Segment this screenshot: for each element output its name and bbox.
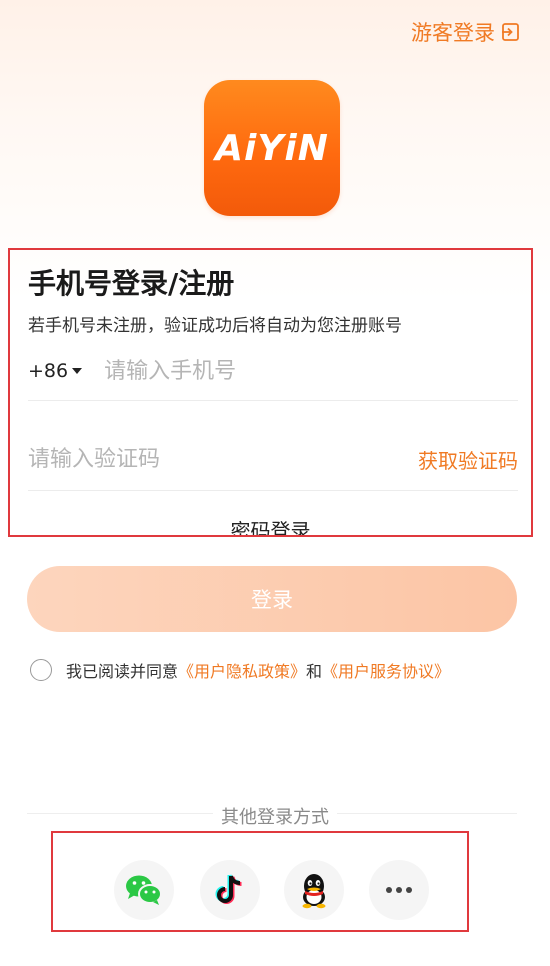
page-title: 手机号登录/注册 (28, 267, 235, 300)
wechat-icon (126, 875, 162, 905)
logo-text: AiYiN (215, 127, 329, 169)
tiktok-login-button[interactable] (200, 860, 260, 920)
agreement-prefix: 我已阅读并同意 (66, 662, 179, 681)
code-row: 获取验证码 (28, 428, 518, 491)
app-logo: AiYiN (204, 80, 340, 216)
register-hint: 若手机号未注册，验证成功后将自动为您注册账号 (28, 316, 402, 336)
guest-login-button[interactable]: 游客登录 (411, 17, 520, 47)
qq-login-button[interactable] (284, 860, 344, 920)
agreement-checkbox[interactable] (30, 659, 52, 681)
other-login-label: 其他登录方式 (0, 803, 550, 829)
more-login-button[interactable] (369, 860, 429, 920)
password-login-link[interactable]: 密码登录 (10, 515, 531, 535)
phone-input[interactable] (102, 357, 467, 385)
chevron-down-icon (72, 368, 83, 374)
agreement-and: 和 (306, 662, 323, 681)
guest-login-label: 游客登录 (411, 21, 495, 45)
exit-icon (502, 23, 519, 41)
login-button-label: 登录 (251, 588, 293, 612)
privacy-policy-link[interactable]: 《用户隐私政策》 (178, 658, 306, 682)
country-code-select[interactable]: +86 (28, 360, 83, 382)
more-icon (386, 887, 412, 893)
country-code-value: +86 (28, 360, 69, 382)
tiktok-icon (215, 874, 242, 904)
other-login-text: 其他登录方式 (213, 807, 337, 828)
verification-code-input[interactable] (28, 446, 328, 472)
service-agreement-link[interactable]: 《用户服务协议》 (322, 658, 450, 682)
wechat-login-button[interactable] (114, 860, 174, 920)
qq-icon (302, 874, 326, 909)
login-button[interactable]: 登录 (27, 566, 517, 632)
login-form-highlight: 手机号登录/注册 若手机号未注册，验证成功后将自动为您注册账号 +86 获取验证… (8, 248, 533, 537)
get-code-button[interactable]: 获取验证码 (418, 445, 518, 474)
agreement-row: 我已阅读并同意 《用户隐私政策》 和 《用户服务协议》 (30, 658, 450, 682)
phone-row: +86 (28, 342, 518, 401)
